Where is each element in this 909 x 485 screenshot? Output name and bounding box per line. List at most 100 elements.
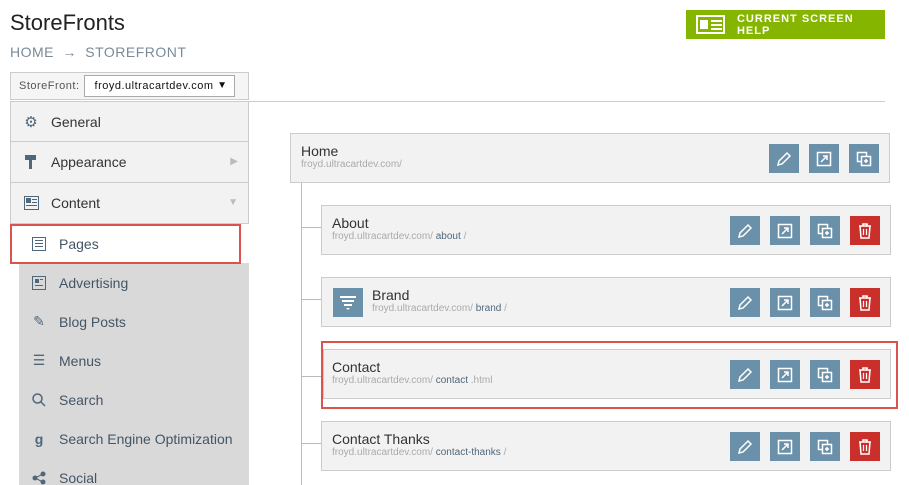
content-subnav: Pages Advertising ✎ Blog Posts ☰ Menus S…: [19, 224, 249, 485]
storefront-selector-bar: StoreFront: froyd.ultracartdev.com ▼: [10, 72, 249, 100]
open-page-button[interactable]: [770, 216, 800, 245]
subnav-item-label: Search: [59, 391, 104, 408]
subnav-item-social[interactable]: Social: [19, 458, 249, 485]
sidebar-item-label: Content: [51, 195, 101, 211]
edit-button[interactable]: [730, 360, 760, 389]
page-url-suffix: .html: [470, 375, 493, 386]
open-page-button[interactable]: [770, 288, 800, 317]
add-child-page-button[interactable]: [810, 288, 840, 317]
current-screen-help-button[interactable]: CURRENT SCREEN HELP: [686, 10, 885, 39]
storefront-label: StoreFront:: [19, 80, 80, 92]
page-url-slug: about: [435, 231, 461, 242]
delete-button[interactable]: [850, 216, 880, 245]
pencil-icon: [737, 439, 753, 454]
add-child-page-button[interactable]: [810, 432, 840, 461]
pencil-icon: [776, 151, 792, 166]
breadcrumb-home[interactable]: HOME: [10, 44, 54, 60]
copy-add-icon: [817, 223, 833, 238]
page-url-base: froyd.ultracartdev.com/: [332, 447, 433, 458]
delete-button[interactable]: [850, 432, 880, 461]
subnav-item-advertising[interactable]: Advertising: [19, 263, 249, 302]
open-page-button[interactable]: [770, 360, 800, 389]
subnav-item-label: Search Engine Optimization: [59, 430, 233, 447]
open-page-button[interactable]: [770, 432, 800, 461]
tree-connector: [301, 227, 321, 228]
chevron-down-icon: ▼: [217, 80, 228, 91]
storefront-select[interactable]: froyd.ultracartdev.com ▼: [83, 75, 235, 97]
subnav-item-search[interactable]: Search: [19, 380, 249, 419]
sidebar-nav: ⚙ General Appearance ▶ Content ▼: [10, 101, 249, 224]
page-url-suffix: /: [503, 447, 507, 458]
page-url-suffix: /: [504, 303, 507, 314]
page-row-home[interactable]: Home froyd.ultracartdev.com/: [290, 133, 890, 183]
delete-button[interactable]: [850, 288, 880, 317]
sidebar-item-content[interactable]: Content ▼: [10, 183, 249, 224]
page-title-text: Brand: [372, 287, 410, 303]
trash-icon: [859, 222, 871, 239]
subnav-item-label: Pages: [59, 235, 99, 252]
page-row-about[interactable]: About froyd.ultracartdev.com/ about /: [321, 205, 891, 255]
help-screen-icon: [696, 15, 725, 34]
page-url[interactable]: froyd.ultracartdev.com/: [301, 159, 402, 170]
page-url[interactable]: froyd.ultracartdev.com/ contact .html: [332, 375, 492, 386]
sidebar-item-general[interactable]: ⚙ General: [10, 101, 249, 142]
subnav-item-menus[interactable]: ☰ Menus: [19, 341, 249, 380]
external-link-icon: [777, 295, 793, 310]
page-actions: [730, 360, 880, 389]
trash-icon: [859, 366, 871, 383]
delete-button[interactable]: [850, 360, 880, 389]
copy-add-icon: [856, 151, 872, 166]
breadcrumb-current: STOREFRONT: [85, 44, 187, 60]
copy-add-icon: [817, 439, 833, 454]
pencil-icon: [737, 223, 753, 238]
pencil-icon: [737, 367, 753, 382]
blog-icon: ✎: [33, 313, 45, 329]
paint-roller-icon: [23, 154, 39, 170]
page-url-base: froyd.ultracartdev.com/: [301, 159, 402, 170]
copy-add-icon: [817, 295, 833, 310]
page-row-brand[interactable]: Brand froyd.ultracartdev.com/ brand /: [321, 277, 891, 327]
edit-button[interactable]: [730, 216, 760, 245]
page-actions: [730, 216, 880, 245]
social-icon: [31, 470, 47, 485]
add-child-page-button[interactable]: [810, 360, 840, 389]
pencil-icon: [737, 295, 753, 310]
sidebar-item-label: General: [51, 113, 101, 130]
menu-page-icon: [333, 288, 363, 317]
page-url-suffix: /: [463, 231, 467, 242]
page-row-contact-thanks[interactable]: Contact Thanks froyd.ultracartdev.com/ c…: [321, 421, 891, 471]
trash-icon: [859, 438, 871, 455]
page-url-slug: contact: [435, 375, 468, 386]
tree-connector: [301, 183, 302, 485]
tree-connector: [301, 376, 321, 377]
subnav-item-label: Advertising: [59, 274, 129, 291]
add-child-page-button[interactable]: [810, 216, 840, 245]
page-title: StoreFronts: [10, 10, 125, 35]
edit-button[interactable]: [769, 144, 799, 173]
page-url[interactable]: froyd.ultracartdev.com/ brand /: [372, 303, 507, 314]
open-page-button[interactable]: [809, 144, 839, 173]
sidebar-item-appearance[interactable]: Appearance ▶: [10, 142, 249, 183]
advertising-icon: [31, 275, 47, 291]
subnav-item-label: Social: [59, 469, 98, 485]
subnav-item-label: Menus: [59, 352, 102, 369]
seo-icon: g: [34, 430, 44, 447]
add-child-page-button[interactable]: [849, 144, 879, 173]
subnav-item-blog-posts[interactable]: ✎ Blog Posts: [19, 302, 249, 341]
edit-button[interactable]: [730, 288, 760, 317]
subnav-item-pages[interactable]: Pages: [19, 224, 249, 263]
page-title-text: Contact: [332, 359, 381, 375]
page-url[interactable]: froyd.ultracartdev.com/ about /: [332, 231, 466, 242]
help-button-label: CURRENT SCREEN HELP: [736, 12, 854, 37]
page-row-contact[interactable]: Contact froyd.ultracartdev.com/ contact …: [323, 349, 891, 399]
page-url[interactable]: froyd.ultracartdev.com/ contact-thanks /: [332, 447, 506, 458]
external-link-icon: [777, 223, 793, 238]
edit-button[interactable]: [730, 432, 760, 461]
subnav-item-seo[interactable]: g Search Engine Optimization: [19, 419, 249, 458]
page-actions: [730, 432, 880, 461]
pages-icon: [31, 236, 47, 252]
breadcrumb: HOME → STOREFRONT: [10, 44, 190, 60]
external-link-icon: [816, 151, 832, 166]
menu-icon: ☰: [32, 352, 46, 368]
gear-icon: ⚙: [24, 113, 38, 131]
